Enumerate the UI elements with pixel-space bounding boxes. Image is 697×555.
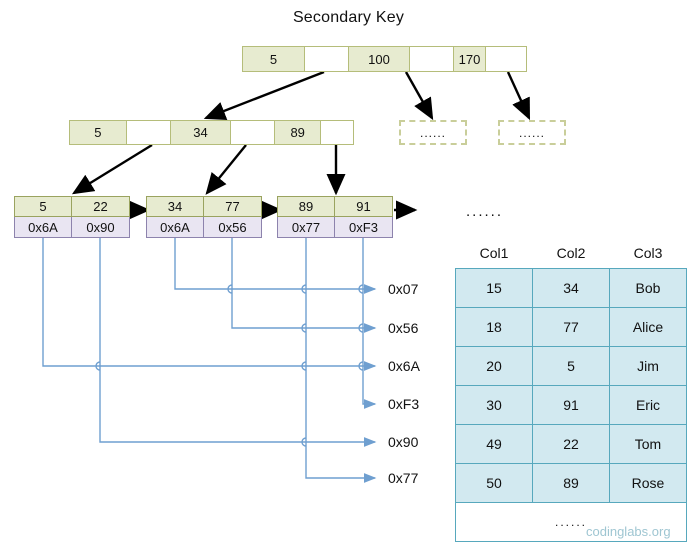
table-cell: 49 — [455, 424, 533, 464]
internal-cell-key-2: 34 — [170, 121, 232, 144]
leaf-node-3: 89 91 0x77 0xF3 — [277, 196, 393, 238]
table-row: 30 91 Eric — [455, 385, 687, 425]
data-table: Col1 Col2 Col3 15 34 Bob 18 77 Alice 20 … — [455, 245, 687, 542]
table-header-row: Col1 Col2 Col3 — [456, 245, 687, 269]
table-cell: 15 — [455, 268, 533, 308]
internal-cell-key-1: 5 — [70, 121, 127, 144]
leaf1-pointer-2: 0x90 — [72, 217, 130, 238]
internal-cell-ptr-2 — [231, 121, 276, 144]
diagram-canvas: Secondary Key 5 100 170 5 34 89 ...... .… — [0, 0, 697, 555]
root-cell-ptr-1 — [305, 47, 349, 71]
table-row: 49 22 Tom — [455, 424, 687, 464]
table-cell: 20 — [455, 346, 533, 386]
table-header-col3: Col3 — [633, 245, 663, 261]
page-title: Secondary Key — [292, 9, 405, 26]
table-cell: 77 — [532, 307, 610, 347]
leaf2-pointer-1: 0x6A — [146, 217, 204, 238]
leaf3-key-2: 91 — [335, 196, 393, 217]
internal-node: 5 34 89 — [69, 120, 354, 145]
root-cell-key-3: 170 — [454, 47, 486, 71]
table-cell: 22 — [532, 424, 610, 464]
table-row: 20 5 Jim — [455, 346, 687, 386]
leaf2-key-1: 34 — [146, 196, 204, 217]
address-label-0x90: 0x90 — [388, 434, 419, 450]
internal-cell-ptr-1 — [126, 121, 171, 144]
leaf1-key-1: 5 — [14, 196, 72, 217]
placeholder-node-1: ...... — [399, 120, 467, 145]
internal-cell-ptr-3 — [321, 121, 353, 144]
root-node: 5 100 170 — [242, 46, 527, 72]
leaf3-pointer-2: 0xF3 — [335, 217, 393, 238]
table-cell: 18 — [455, 307, 533, 347]
placeholder-node-2: ...... — [498, 120, 566, 145]
leaf-node-1: 5 22 0x6A 0x90 — [14, 196, 130, 238]
table-cell: Eric — [609, 385, 687, 425]
leaf1-key-2: 22 — [72, 196, 130, 217]
leaf2-key-2: 77 — [204, 196, 262, 217]
leaf3-pointer-1: 0x77 — [277, 217, 335, 238]
table-cell: Bob — [609, 268, 687, 308]
address-label-0xF3: 0xF3 — [388, 396, 420, 412]
table-cell: Alice — [609, 307, 687, 347]
address-label-0x07: 0x07 — [388, 281, 419, 297]
table-cell: Tom — [609, 424, 687, 464]
table-row: 18 77 Alice — [455, 307, 687, 347]
root-cell-ptr-2 — [410, 47, 454, 71]
address-label-0x77: 0x77 — [388, 470, 419, 486]
table-cell: 50 — [455, 463, 533, 503]
address-label-0x6A: 0x6A — [388, 358, 420, 374]
table-ellipsis-above: ...... — [466, 203, 504, 220]
table-row: 15 34 Bob — [455, 268, 687, 308]
table-header-col2: Col2 — [556, 245, 586, 261]
table-header-col1: Col1 — [479, 245, 509, 261]
watermark: codinglabs.org — [586, 524, 671, 539]
leaf-node-2: 34 77 0x6A 0x56 — [146, 196, 262, 238]
leaf3-key-1: 89 — [277, 196, 335, 217]
table-cell: 5 — [532, 346, 610, 386]
leaf2-pointer-2: 0x56 — [204, 217, 262, 238]
leaf1-pointer-1: 0x6A — [14, 217, 72, 238]
table-cell: 91 — [532, 385, 610, 425]
internal-cell-key-3: 89 — [275, 121, 322, 144]
root-cell-ptr-3 — [486, 47, 526, 71]
table-row: 50 89 Rose — [455, 463, 687, 503]
root-cell-key-2: 100 — [349, 47, 410, 71]
table-cell: 89 — [532, 463, 610, 503]
table-cell: Jim — [609, 346, 687, 386]
table-cell: Rose — [609, 463, 687, 503]
table-cell: 34 — [532, 268, 610, 308]
address-label-0x56: 0x56 — [388, 320, 419, 336]
root-cell-key-1: 5 — [243, 47, 305, 71]
table-cell: 30 — [455, 385, 533, 425]
